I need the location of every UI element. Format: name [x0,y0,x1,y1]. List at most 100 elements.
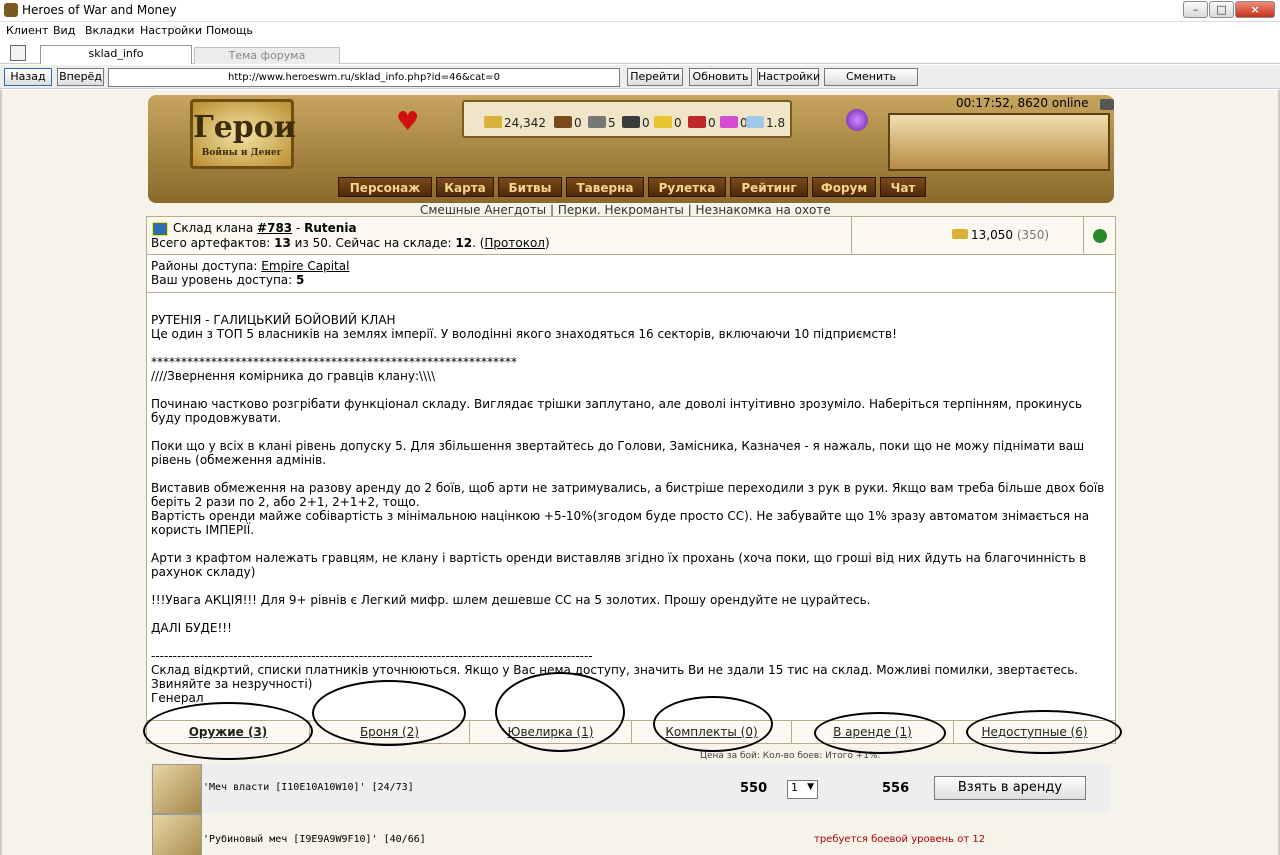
tab-sets[interactable]: Комплекты (0) [632,721,792,743]
menu-settings[interactable]: Настройки [140,24,202,37]
app-icon [4,3,18,17]
protocol-link[interactable]: Протокол [484,236,545,250]
tab-jewelry[interactable]: Ювелирка (1) [470,721,632,743]
mana-potion-icon [846,109,868,131]
nav-tavern[interactable]: Таверна [566,177,644,197]
desc-line: Вартість оренди майже собівартість з мін… [151,509,1090,537]
logo-subtitle: Войны и Денег [201,148,283,158]
clan-description: РУТЕНІЯ - ГАЛИЦЬКИЙ БОЙОВИЙ КЛАН Це один… [147,293,1115,721]
resource-diamonds: 1.8 [746,116,785,130]
crystal-icon [688,116,706,128]
refresh-button[interactable]: Обновить [689,68,752,86]
mercury-icon [622,116,640,128]
health-heart-icon: ♥ [396,107,420,137]
clan-gold: 13,050 (350) [851,217,1083,254]
clan-name: Rutenia [304,221,357,235]
desc-line: ////Звернення комірника до гравців клану… [151,369,436,383]
news-links: Смешные Анегдоты | Перки. Некроманты | Н… [420,203,831,217]
nav-forum[interactable]: Форум [812,177,876,197]
resource-wood: 0 [554,116,582,130]
gold-icon [952,229,968,239]
resource-gems: 0 [720,116,748,130]
go-button[interactable]: Перейти [627,68,683,86]
resource-crystal: 0 [688,116,716,130]
resource-mercury: 0 [622,116,650,130]
tab-unavailable[interactable]: Недоступные (6) [954,721,1115,743]
tab-bar: sklad_info Тема форума [0,42,1280,64]
nav-rating[interactable]: Рейтинг [730,177,808,197]
nav-battles[interactable]: Битвы [498,177,562,197]
desc-line: Склад відкртий, списки платників уточнюю… [151,663,1079,691]
item-row: 'Рубиновый меч [I9E9A9W9F10]' [40/66] тр… [150,814,1110,855]
tab-forum-topic[interactable]: Тема форума [194,47,340,64]
desc-line: Поки що у всіх в клані рівень допуску 5.… [151,439,1085,467]
menu-view[interactable]: Вид [53,24,75,37]
close-button[interactable]: × [1235,1,1275,18]
desc-line: Генерал [151,691,204,705]
item-name: 'Меч власти [I10E10A10W10]' [24/73] [203,782,414,793]
item-row: 'Меч власти [I10E10A10W10]' [24/73] 550 … [150,764,1110,814]
tab-rented[interactable]: В аренде (1) [792,721,954,743]
logo-title: Герои [193,110,297,145]
ore-icon [588,116,606,128]
resource-ore: 5 [588,116,616,130]
access-row: Районы доступа: Empire Capital Ваш урове… [147,255,1115,293]
art-prefix: Всего артефактов: [151,236,275,250]
sulfur-icon [654,116,672,128]
art-close: ) [544,236,550,250]
menu-client[interactable]: Клиент [6,24,48,37]
menu-tabs[interactable]: Вкладки [85,24,134,37]
game-logo[interactable]: Герои Войны и Денег [190,99,297,169]
forward-button[interactable]: Вперёд [57,68,104,86]
item-total: 556 [882,781,910,796]
warehouse-info-row: Склад клана #783 - Rutenia Всего артефак… [147,217,1115,255]
url-field[interactable]: http://www.heroeswm.ru/sklad_info.php?id… [108,68,620,87]
settings-button[interactable]: Настройки [757,68,820,86]
menu-bar: Клиент Вид Вкладки Настройки Помощь [0,22,1280,41]
city-image [888,113,1110,171]
maximize-button[interactable]: □ [1209,1,1234,18]
access-region-link[interactable]: Empire Capital [261,259,349,273]
tab-sklad-info[interactable]: sklad_info [40,45,192,64]
clan-prefix: Склад клана [173,221,258,235]
tab-weapons[interactable]: Оружие (3) [147,721,310,743]
switch-player-button[interactable]: Сменить игрока [824,68,918,99]
menu-help[interactable]: Помощь [206,24,253,37]
tab-armor[interactable]: Броня (2) [310,721,470,743]
new-tab-icon[interactable] [10,45,26,61]
artifact-count: Всего артефактов: 13 из 50. Сейчас на ск… [151,236,550,250]
category-tabs: Оружие (3) Броня (2) Ювелирка (1) Компле… [146,720,1116,744]
clan-separator: - [292,221,305,235]
gold-amount: 13,050 [971,228,1013,242]
clan-id-link[interactable]: #783 [257,221,292,235]
battles-count-select[interactable]: 1 ▼ [787,780,818,799]
news-link-3[interactable]: Незнакомка на охоте [696,203,831,217]
navigation-bar: Назад Вперёд http://www.heroeswm.ru/skla… [0,65,1280,99]
clan-flag-icon [152,222,168,236]
rent-button[interactable]: Взять в аренду [934,776,1086,800]
item-name: 'Рубиновый меч [I9E9A9W9F10]' [40/66] [203,834,426,845]
news-link-2[interactable]: Перки. Некроманты [558,203,684,217]
resources-bar: 24,342 0 5 0 0 0 0 1.8 [462,100,792,138]
art-tail: . ( [472,236,485,250]
nav-map[interactable]: Карта [436,177,494,197]
back-button[interactable]: Назад [4,68,52,86]
art-mid: из 50. Сейчас на складе: [290,236,456,250]
news-link-1[interactable]: Смешные Анегдоты [420,203,546,217]
nav-character[interactable]: Персонаж [338,177,432,197]
desc-line: РУТЕНІЯ - ГАЛИЦЬКИЙ БОЙОВИЙ КЛАН [151,313,396,327]
desc-line: Починаю частково розгрібати функціонал с… [151,397,1083,425]
clan-title: Склад клана #783 - Rutenia [173,221,357,235]
desc-line: ----------------------------------------… [151,649,593,663]
access-label: Районы доступа: [151,259,262,273]
desc-line: Арти з крафтом належать гравцям, не клан… [151,551,1087,579]
nav-chat[interactable]: Чат [880,177,926,197]
access-level: 5 [296,273,305,287]
status-icon[interactable] [1093,229,1107,243]
nav-roulette[interactable]: Рулетка [648,177,726,197]
window-titlebar: Heroes of War and Money – □ × [0,0,1280,22]
main-nav: Персонаж Карта Битвы Таверна Рулетка Рей… [338,177,926,197]
minimize-button[interactable]: – [1183,1,1208,18]
online-icon [1100,99,1114,110]
gold-extra: (350) [1016,228,1050,242]
